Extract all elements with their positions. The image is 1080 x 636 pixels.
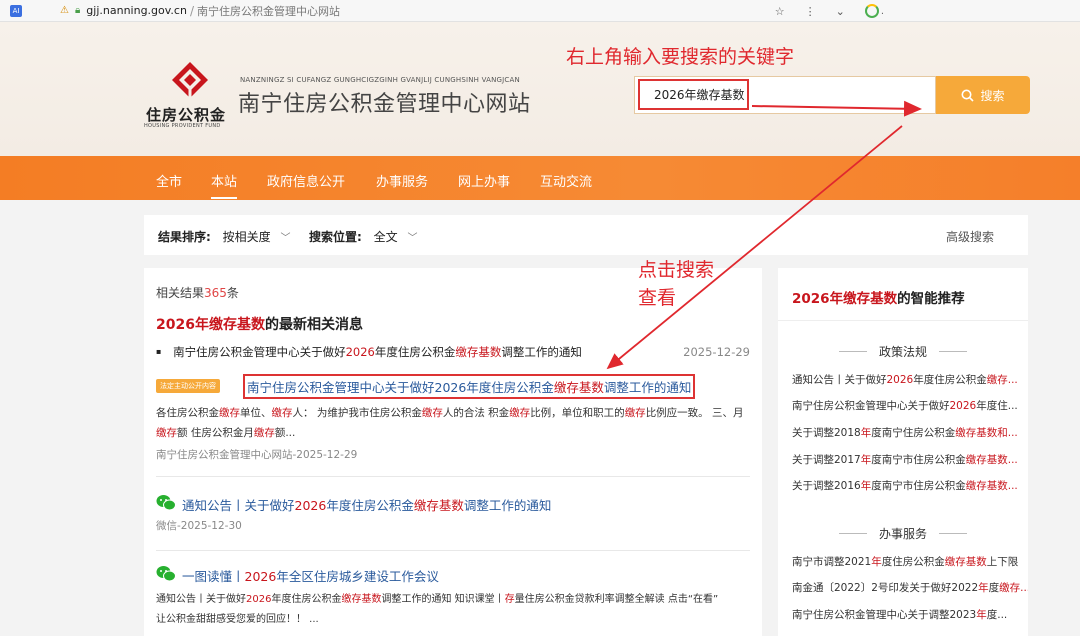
position-value[interactable]: 全文	[374, 230, 398, 244]
keyword: 2026年缴存基数	[792, 291, 898, 307]
address-bar[interactable]: gjj.nanning.gov.cn	[86, 4, 187, 17]
search-button[interactable]: 搜索	[936, 76, 1030, 114]
ai-extension-icon[interactable]: AI	[10, 4, 22, 17]
logo-english: HOUSING PROVIDENT FUND	[144, 123, 221, 129]
result-source: 南宁住房公积金管理中心网站-2025-12-29	[156, 449, 358, 461]
sidebar-item[interactable]: 关于调整2018年度南宁住房公积金缴存基数和...	[792, 425, 1028, 440]
keyword: 2026	[345, 345, 375, 359]
latest-news-item[interactable]: 南宁住房公积金管理中心关于做好2026年度住房公积金缴存基数调整工作的通知	[156, 344, 582, 360]
divider	[156, 550, 750, 551]
main-nav: 全市 本站 政府信息公开 办事服务 网上办事 互动交流	[0, 156, 1080, 200]
result-count: 相关结果365条	[156, 284, 239, 301]
wechat-icon	[156, 566, 176, 582]
sidebar-title: 2026年缴存基数的智能推荐	[792, 287, 965, 307]
filter-bar: 结果排序: 按相关度 ﹀ 搜索位置: 全文 ﹀ 高级搜索	[144, 215, 1028, 255]
annotation-click-hint: 点击搜索 查看	[638, 256, 714, 312]
search-button-label: 搜索	[980, 88, 1005, 103]
position-label: 搜索位置:	[309, 230, 362, 244]
wechat-icon	[156, 495, 176, 511]
sidebar-item[interactable]: 通知公告丨关于做好2026年度住房公积金缴存...	[792, 372, 1028, 387]
search-input[interactable]	[638, 79, 749, 110]
site-header: 住房公积金 HOUSING PROVIDENT FUND NANZNINGZ S…	[0, 22, 1080, 156]
position-filter[interactable]: 搜索位置: 全文 ﹀	[309, 228, 417, 245]
latest-suffix: 的最新相关消息	[264, 317, 363, 333]
annotation-line: 点击搜索	[638, 259, 715, 281]
site-pinyin: NANZNINGZ SI CUFANGZ GUNGHCIGZGINH GVANJ…	[240, 76, 520, 84]
url-separator: /	[189, 3, 194, 18]
text: 调整工作的通知	[501, 345, 582, 359]
star-icon[interactable]: ☆	[775, 5, 785, 18]
text: 年度住房公积金	[374, 345, 456, 359]
result-title-link[interactable]: 通知公告丨关于做好2026年度住房公积金缴存基数调整工作的通知	[182, 495, 551, 514]
sort-value[interactable]: 按相关度	[223, 230, 271, 244]
more-icon[interactable]: ⋮	[805, 5, 816, 18]
sidebar-item[interactable]: 南金通〔2022〕2号印发关于做好2022年度缴存...	[792, 580, 1028, 595]
result-snippet: 各住房公积金缴存单位、缴存人： 为维护我市住房公积金缴存人的合法 积金缴存比例，…	[156, 407, 744, 439]
result-snippet: 通知公告丨关于做好2026年度住房公积金缴存基数调整工作的通知 知识课堂丨存量住…	[156, 594, 719, 625]
logo-text: 住房公积金	[146, 106, 227, 124]
sidebar-item[interactable]: 南宁住房公积金管理中心关于做好2026年度住...	[792, 398, 1028, 413]
warning-icon[interactable]: ⚠	[60, 5, 69, 16]
sidebar-item[interactable]: 南宁市调整2021年度住房公积金缴存基数上下限	[792, 554, 1028, 569]
results-panel: 相关结果365条 2026年缴存基数的最新相关消息 南宁住房公积金管理中心关于做…	[144, 268, 762, 636]
text: 南宁住房公积金管理中心关于做好	[173, 345, 346, 359]
annotation-search-hint: 右上角输入要搜索的关键字	[566, 46, 795, 68]
sort-filter[interactable]: 结果排序: 按相关度 ﹀	[158, 228, 290, 245]
nav-item-gov-info[interactable]: 政府信息公开	[267, 171, 345, 190]
divider	[156, 476, 750, 477]
nav-item-interaction[interactable]: 互动交流	[540, 171, 592, 190]
browser-toolbar: AI ⚠ 🔒︎ gjj.nanning.gov.cn / 南宁住房公积金管理中心…	[0, 0, 1080, 22]
latest-news-date: 2025-12-29	[683, 345, 750, 359]
lock-icon: 🔒︎	[74, 5, 81, 16]
text: 南宁住房公积金管理中心关于做好2026年度住房公积金	[247, 380, 554, 395]
extension-menu-dot[interactable]: .	[881, 6, 884, 17]
extension-icon[interactable]	[864, 4, 879, 18]
chevron-down-icon[interactable]: ﹀	[407, 233, 417, 244]
address-page-title: 南宁住房公积金管理中心网站	[196, 4, 340, 18]
count-number: 365	[204, 286, 227, 300]
nav-item-city[interactable]: 全市	[156, 171, 182, 190]
text: 的智能推荐	[897, 291, 965, 307]
annotation-line: 查看	[638, 287, 677, 309]
public-content-badge: 法定主动公开内容	[156, 379, 220, 393]
section-services: 办事服务	[778, 525, 1028, 542]
chevron-down-icon[interactable]: ⌄	[836, 5, 845, 18]
section-policy: 政策法规	[778, 343, 1028, 360]
latest-news-heading: 2026年缴存基数的最新相关消息	[156, 314, 363, 334]
divider	[778, 320, 1028, 321]
sidebar-item[interactable]: 关于调整2017年度南宁市住房公积金缴存基数...	[792, 452, 1028, 467]
chevron-down-icon[interactable]: ﹀	[280, 233, 290, 244]
site-name[interactable]: 南宁住房公积金管理中心网站	[238, 86, 531, 118]
result-title-link[interactable]: 南宁住房公积金管理中心关于做好2026年度住房公积金缴存基数调整工作的通知	[243, 374, 696, 399]
sidebar-item[interactable]: 关于调整2016年度南宁市住房公积金缴存基数...	[792, 478, 1028, 493]
advanced-search-link[interactable]: 高级搜索	[946, 228, 994, 245]
count-prefix: 相关结果	[156, 286, 205, 300]
sidebar-item[interactable]: 南宁住房公积金管理中心关于调整2023年度...	[792, 607, 1028, 622]
recommendation-sidebar: 2026年缴存基数的智能推荐 政策法规 通知公告丨关于做好2026年度住房公积金…	[778, 268, 1028, 636]
count-suffix: 条	[226, 286, 239, 300]
text: 调整工作的通知	[603, 380, 692, 395]
keyword: 缴存基数	[455, 345, 502, 359]
sort-label: 结果排序:	[158, 230, 211, 244]
housing-fund-logo-icon[interactable]	[170, 60, 210, 100]
latest-keyword: 2026年缴存基数	[156, 317, 265, 333]
keyword: 缴存基数	[553, 380, 604, 395]
result-title-link[interactable]: 一图读懂丨2026年全区住房城乡建设工作会议	[182, 566, 439, 585]
nav-item-services[interactable]: 办事服务	[376, 171, 428, 190]
nav-item-this-site[interactable]: 本站	[211, 171, 238, 199]
result-source: 微信-2025-12-30	[156, 520, 242, 532]
search-icon	[961, 89, 975, 102]
nav-item-online[interactable]: 网上办事	[458, 171, 510, 190]
